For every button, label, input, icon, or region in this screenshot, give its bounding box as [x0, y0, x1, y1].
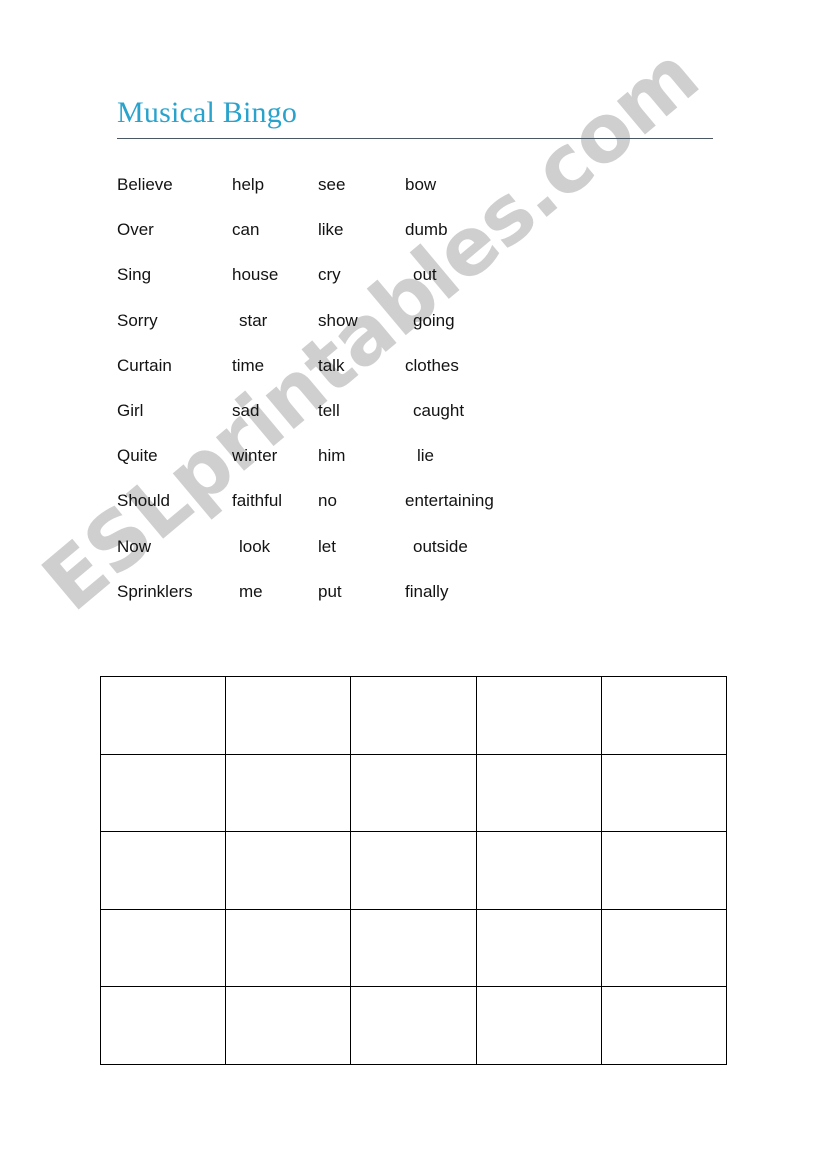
bingo-cell[interactable] [350, 986, 477, 1065]
word-cell: Girl [117, 400, 144, 420]
word-list-row: Sprinklers me put finally [117, 569, 727, 614]
bingo-cell[interactable] [350, 753, 477, 833]
bingo-cell[interactable] [475, 986, 602, 1065]
word-cell: winter [232, 446, 278, 466]
word-cell: Believe [117, 175, 173, 194]
bingo-row [99, 908, 727, 988]
word-cell: dumb [405, 220, 448, 240]
word-cell: Quite [117, 446, 158, 466]
bingo-cell[interactable] [475, 676, 602, 755]
bingo-cell[interactable] [475, 908, 602, 988]
bingo-card-grid[interactable] [99, 676, 727, 1065]
page-title: Musical Bingo [117, 96, 298, 129]
bingo-cell[interactable] [600, 676, 727, 755]
word-cell: let [318, 536, 336, 556]
word-cell: outside [413, 536, 468, 556]
word-cell: Should [117, 491, 170, 511]
word-list-row: Over can like dumb [117, 207, 727, 252]
word-cell: Now [117, 536, 152, 556]
word-cell: Curtain [117, 355, 172, 375]
word-cell: faithful [232, 491, 283, 511]
word-cell: Sorry [117, 310, 158, 330]
word-list: Believe help see bow Over can like dumb … [117, 162, 727, 614]
word-cell: look [239, 536, 271, 556]
word-list-row: Should faithful no entertaining [117, 478, 727, 523]
word-cell: cry [318, 265, 341, 285]
bingo-row [99, 986, 727, 1065]
bingo-cell[interactable] [225, 908, 352, 988]
bingo-cell[interactable] [99, 831, 227, 910]
bingo-row [99, 676, 727, 755]
word-cell: help [232, 175, 265, 194]
bingo-cell[interactable] [225, 753, 352, 833]
title-divider [117, 138, 713, 139]
bingo-row [99, 753, 727, 833]
word-cell: Sprinklers [117, 581, 193, 601]
word-cell: entertaining [405, 491, 494, 511]
word-cell: can [232, 220, 260, 240]
word-list-row: Quite winter him lie [117, 433, 727, 478]
bingo-cell[interactable] [225, 831, 352, 910]
bingo-cell[interactable] [350, 831, 477, 910]
word-list-row: Sing house cry out [117, 252, 727, 297]
word-cell: tell [318, 400, 340, 420]
bingo-cell[interactable] [99, 986, 227, 1065]
word-cell: see [318, 175, 346, 194]
bingo-cell[interactable] [475, 753, 602, 833]
bingo-cell[interactable] [350, 908, 477, 988]
word-cell: time [232, 355, 265, 375]
word-cell: Over [117, 220, 154, 240]
word-cell: him [318, 446, 346, 466]
word-cell: house [232, 265, 279, 285]
worksheet-page: ESLprintables.com Musical Bingo Believe … [0, 0, 821, 1169]
word-cell: finally [405, 581, 449, 601]
word-list-row: Curtain time talk clothes [117, 343, 727, 388]
word-cell: sad [232, 400, 260, 420]
bingo-row [99, 831, 727, 910]
bingo-cell[interactable] [99, 753, 227, 833]
word-cell: clothes [405, 355, 459, 375]
word-list-row: Sorry star show going [117, 298, 727, 343]
word-cell: going [413, 310, 455, 330]
word-cell: Sing [117, 265, 152, 285]
word-cell: star [239, 310, 268, 330]
bingo-cell[interactable] [600, 831, 727, 910]
word-cell: no [318, 491, 337, 511]
bingo-cell[interactable] [350, 676, 477, 755]
word-cell: me [239, 581, 263, 601]
word-list-row: Believe help see bow [117, 162, 727, 207]
bingo-cell[interactable] [600, 908, 727, 988]
word-cell: show [318, 310, 358, 330]
word-cell: caught [413, 400, 465, 420]
word-cell: out [413, 265, 437, 285]
bingo-cell[interactable] [600, 753, 727, 833]
bingo-cell[interactable] [99, 676, 227, 755]
bingo-cell[interactable] [600, 986, 727, 1065]
word-list-row: Now look let outside [117, 524, 727, 569]
word-cell: lie [417, 446, 435, 466]
word-cell: like [318, 220, 344, 240]
bingo-cell[interactable] [225, 986, 352, 1065]
bingo-cell[interactable] [475, 831, 602, 910]
word-list-row: Girl sad tell caught [117, 388, 727, 433]
word-cell: bow [405, 175, 437, 194]
bingo-cell[interactable] [225, 676, 352, 755]
worksheet-header: Musical Bingo [117, 96, 713, 139]
word-cell: put [318, 581, 342, 601]
word-cell: talk [318, 355, 345, 375]
bingo-cell[interactable] [99, 908, 227, 988]
